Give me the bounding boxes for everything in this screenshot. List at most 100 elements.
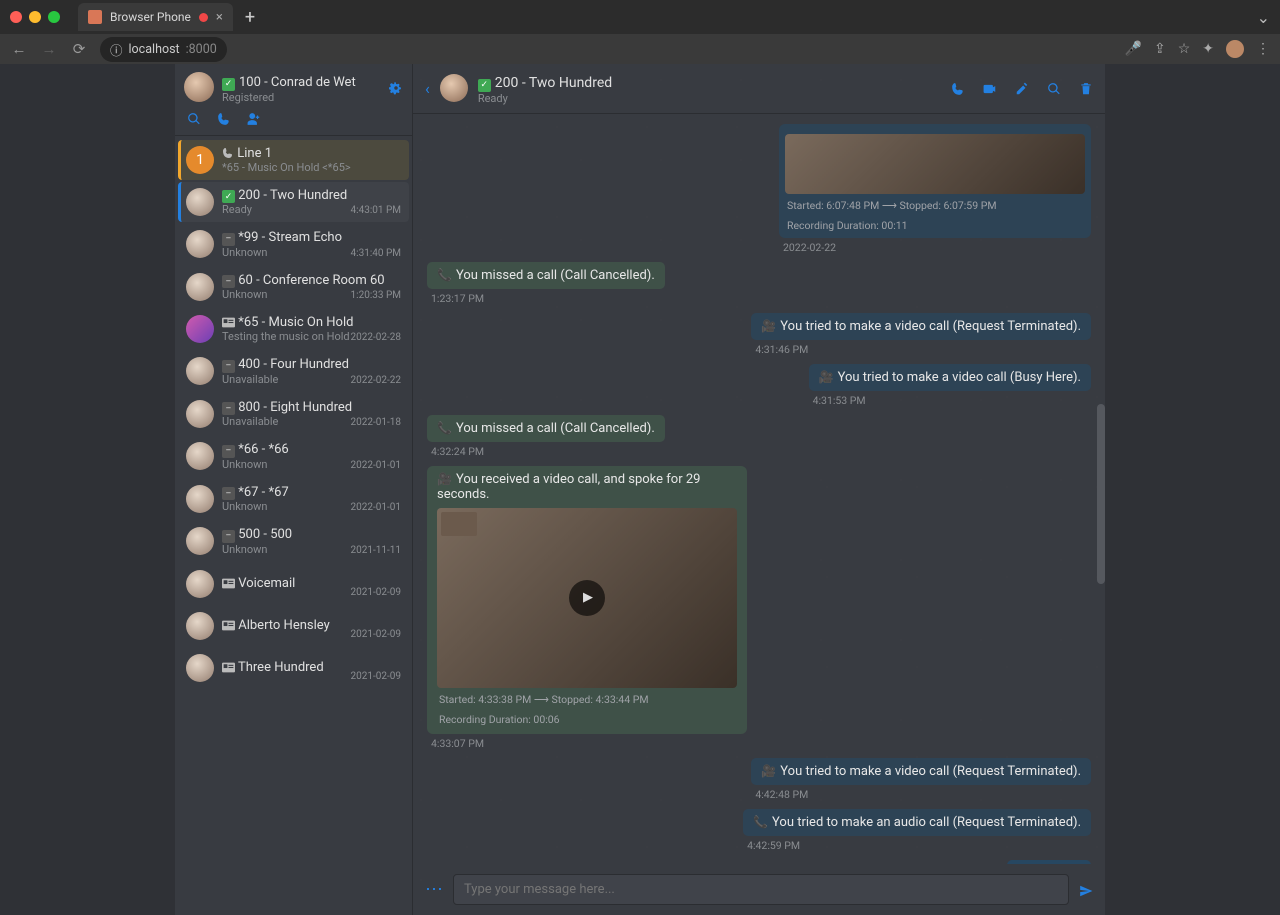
settings-button[interactable] [389, 79, 403, 95]
edit-button[interactable] [1015, 80, 1029, 96]
message-item: 📞You missed a call (Call Cancelled). 1:2… [427, 262, 665, 305]
conversation-avatar [186, 442, 214, 470]
conversation-item[interactable]: – 800 - Eight Hundred Unavailable 2022-0… [178, 394, 409, 435]
extensions-icon[interactable]: ✦ [1202, 41, 1214, 57]
conversation-subtitle: *65 - Music On Hold <*65> [222, 161, 401, 174]
message-time: 4:31:53 PM [809, 391, 1091, 407]
conversation-time: 2022-01-01 [351, 460, 402, 471]
conversation-title: 800 - Eight Hundred [238, 400, 352, 415]
minimize-window-button[interactable] [29, 11, 41, 23]
conversation-title: *67 - *67 [238, 485, 288, 500]
conversation-title: Line 1 [237, 146, 272, 161]
conversation-title: Alberto Hensley [238, 618, 330, 633]
browser-menu-button[interactable]: ⋮ [1256, 41, 1270, 57]
conversation-time: 2021-02-09 [351, 629, 402, 640]
message-item: 📞You tried to make an audio call (Reques… [743, 809, 1091, 852]
conversation-item[interactable]: Three Hundred 2021-02-09 [178, 648, 409, 688]
chat-avatar[interactable] [440, 74, 468, 102]
url-host: localhost [129, 42, 180, 57]
conversation-item[interactable]: – 500 - 500 Unknown 2021-11-11 [178, 521, 409, 562]
app-root: ✓ 100 - Conrad de Wet Registered 1 Line … [0, 64, 1280, 915]
conversation-list[interactable]: 1 Line 1 *65 - Music On Hold <*65> ✓ 200… [175, 136, 412, 915]
pip-thumbnail [441, 512, 477, 536]
mic-icon[interactable]: 🎤 [1125, 41, 1142, 57]
conversation-time: 1:20:33 PM [351, 290, 401, 301]
conversation-title: 400 - Four Hundred [238, 357, 349, 372]
chat-subtitle: Ready [478, 92, 612, 105]
sidebar: ✓ 100 - Conrad de Wet Registered 1 Line … [175, 64, 413, 915]
call-status-icon: 🎥 [761, 319, 776, 333]
message-list[interactable]: Started: 6:07:48 PM ⟶ Stopped: 6:07:59 P… [413, 114, 1105, 865]
reload-button[interactable]: ⟳ [70, 40, 88, 58]
message-text: You missed a call (Call Cancelled). [456, 421, 655, 436]
message-item: 📞You missed a call (Call Cancelled). 4:3… [427, 415, 665, 458]
message-time: 4:33:07 PM [427, 734, 747, 750]
call-status-icon: 📞 [437, 268, 452, 282]
conversation-avatar [186, 570, 214, 598]
conversation-item[interactable]: Alberto Hensley 2021-02-09 [178, 606, 409, 646]
forward-button[interactable]: → [40, 40, 58, 58]
conversation-item[interactable]: – *66 - *66 Unknown 2022-01-01 [178, 436, 409, 477]
conversation-item[interactable]: Voicemail 2021-02-09 [178, 564, 409, 604]
scrollbar-thumb[interactable] [1097, 404, 1105, 584]
site-info-icon[interactable]: ⓘ [110, 40, 123, 59]
call-status-icon: 🎥 [819, 370, 834, 384]
conversation-item[interactable]: *65 - Music On Hold Testing the music on… [178, 309, 409, 349]
composer-more-button[interactable]: ⋯ [425, 879, 443, 900]
search-button[interactable] [187, 112, 201, 127]
conversation-title: Three Hundred [238, 660, 324, 675]
conversation-time: 4:43:01 PM [351, 205, 401, 216]
video-thumbnail[interactable] [785, 134, 1085, 194]
conversation-avatar [186, 188, 214, 216]
call-status-icon: 📞 [437, 421, 452, 435]
close-window-button[interactable] [10, 11, 22, 23]
window-controls [10, 11, 60, 23]
delete-button[interactable] [1079, 80, 1093, 96]
browser-titlebar: Browser Phone × + ⌄ [0, 0, 1280, 34]
message-text: You tried to make a video call (Request … [780, 319, 1081, 334]
user-status: Registered [222, 91, 381, 104]
bookmark-icon[interactable]: ☆ [1178, 41, 1191, 57]
share-icon[interactable]: ⇪ [1154, 41, 1166, 57]
conversation-item[interactable]: – *67 - *67 Unknown 2022-01-01 [178, 479, 409, 520]
browser-toolbar: ← → ⟳ ⓘ localhost:8000 🎤 ⇪ ☆ ✦ ⋮ [0, 34, 1280, 64]
profile-avatar[interactable] [1226, 40, 1244, 58]
user-avatar[interactable] [184, 72, 214, 102]
browser-tab[interactable]: Browser Phone × [78, 3, 233, 31]
conversation-avatar: 1 [186, 146, 214, 174]
message-input[interactable] [453, 874, 1069, 905]
conversation-title: *66 - *66 [238, 442, 288, 457]
conversation-avatar [186, 315, 214, 343]
conversation-item[interactable]: – 60 - Conference Room 60 Unknown 1:20:3… [178, 267, 409, 308]
favicon [88, 10, 102, 24]
chat-presence-icon: ✓ [478, 79, 491, 92]
search-chat-button[interactable] [1047, 80, 1061, 96]
conversation-item[interactable]: 1 Line 1 *65 - Music On Hold <*65> [178, 140, 409, 180]
new-tab-button[interactable]: + [245, 7, 255, 28]
conversation-item[interactable]: – 400 - Four Hundred Unavailable 2022-02… [178, 351, 409, 392]
back-button-chat[interactable]: ‹ [425, 79, 430, 98]
message-text: You missed a call (Call Cancelled). [456, 268, 655, 283]
call-status-icon: 🎥 [761, 764, 776, 778]
play-button[interactable] [569, 580, 605, 616]
tabs-overflow-button[interactable]: ⌄ [1257, 8, 1270, 27]
maximize-window-button[interactable] [48, 11, 60, 23]
address-bar[interactable]: ⓘ localhost:8000 [100, 37, 227, 62]
message-item: 🎥 You tried to make a video call (Busy He… [809, 364, 1091, 407]
conversation-title: *99 - Stream Echo [238, 230, 342, 245]
video-call-button[interactable] [983, 80, 997, 96]
back-button[interactable]: ← [10, 40, 28, 58]
tab-close-button[interactable]: × [216, 10, 223, 25]
recording-indicator-icon [199, 13, 208, 22]
send-button[interactable] [1079, 880, 1093, 899]
conversation-item[interactable]: ✓ 200 - Two Hundred Ready 4:43:01 PM [178, 182, 409, 223]
video-thumbnail[interactable] [437, 508, 737, 688]
add-contact-button[interactable] [247, 112, 261, 127]
audio-call-button[interactable] [951, 80, 965, 96]
conversation-item[interactable]: – *99 - Stream Echo Unknown 4:31:40 PM [178, 224, 409, 265]
video-meta-line: Recording Duration: 00:06 [437, 708, 737, 728]
video-meta-line: Recording Duration: 00:11 [785, 214, 1085, 234]
conversation-time: 2022-01-01 [351, 502, 402, 513]
dial-button[interactable] [217, 112, 231, 127]
message-text: You tried to make a video call (Busy Her… [838, 370, 1081, 385]
